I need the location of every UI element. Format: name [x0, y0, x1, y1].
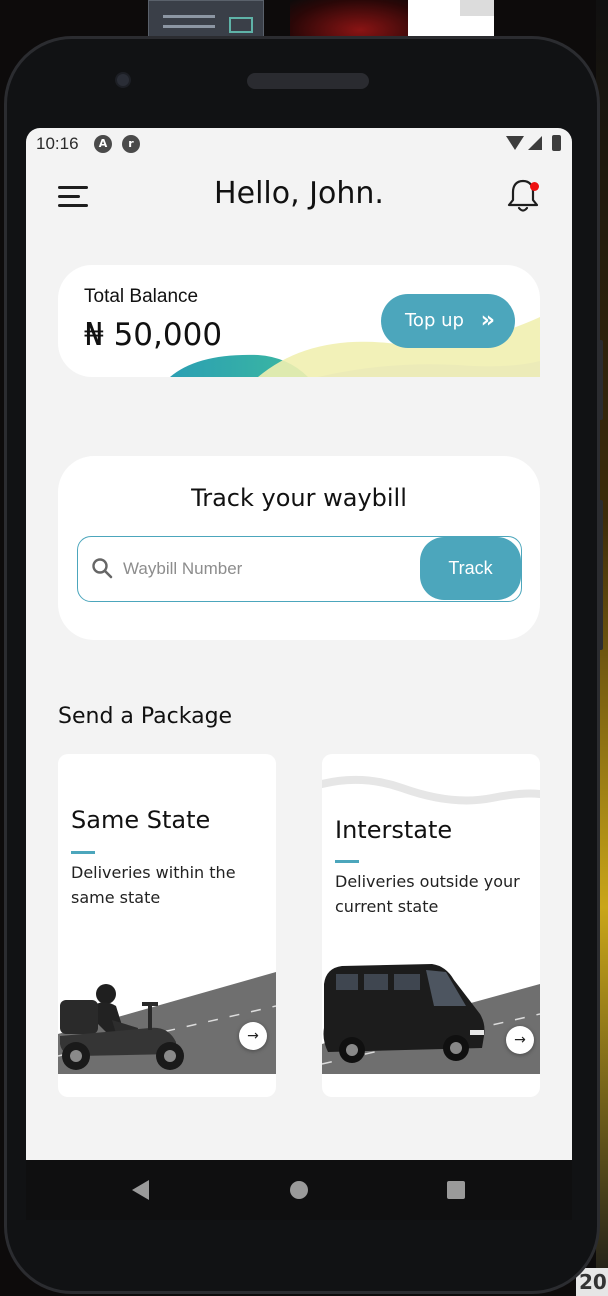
status-time: 10:16: [36, 134, 79, 153]
volume-button: [597, 500, 603, 650]
search-icon: [92, 558, 113, 579]
home-icon[interactable]: [290, 1181, 308, 1199]
waybill-number-input[interactable]: [123, 549, 413, 589]
status-bar: 10:16 A r: [26, 128, 572, 160]
track-title: Track your waybill: [191, 484, 407, 512]
scooter-rider-icon: [58, 972, 276, 1074]
arrow-right-icon[interactable]: →: [506, 1026, 534, 1054]
double-chevron-right-icon: »: [480, 308, 495, 333]
interstate-title: Interstate: [335, 816, 453, 844]
interstate-description: Deliveries outside your current state: [335, 872, 520, 916]
wifi-icon: [506, 136, 524, 150]
desktop-window-thumbnail: [148, 0, 264, 40]
card-wave-decoration: [322, 775, 540, 805]
recents-icon[interactable]: [447, 1181, 465, 1199]
van-icon: [322, 964, 540, 1074]
signal-icon: [528, 136, 542, 150]
same-state-description: Deliveries within the same state: [71, 863, 236, 907]
interstate-card[interactable]: Interstate Deliveries outside your curre…: [322, 754, 540, 1097]
back-icon[interactable]: [132, 1180, 149, 1200]
balance-amount: ₦ 50,000: [84, 317, 223, 353]
battery-icon: [552, 135, 561, 151]
balance-label: Total Balance: [84, 286, 199, 307]
track-waybill-card: Track your waybill Track: [58, 456, 540, 640]
top-up-label: Top up: [405, 310, 464, 331]
waybill-search-field: Track: [77, 536, 522, 602]
title-underline: [335, 860, 359, 863]
app-screen: 10:16 A r Hello, John. Total Balance ₦ 5…: [26, 128, 572, 1160]
same-state-card[interactable]: Same State Deliveries within the same st…: [58, 754, 276, 1097]
top-up-button[interactable]: Top up »: [381, 294, 515, 348]
title-underline: [71, 851, 95, 854]
power-button: [597, 340, 603, 420]
front-camera: [115, 72, 131, 88]
balance-card: Total Balance ₦ 50,000 Top up »: [58, 265, 540, 377]
arrow-right-icon[interactable]: →: [239, 1022, 267, 1050]
same-state-title: Same State: [71, 806, 211, 834]
desktop-document-fold: [460, 0, 494, 16]
send-package-title: Send a Package: [58, 704, 233, 729]
system-nav-bar: [26, 1160, 572, 1220]
android-auto-icon: A: [94, 135, 112, 153]
notification-dot: [530, 182, 539, 191]
greeting-title: Hello, John.: [214, 176, 384, 211]
track-button[interactable]: Track: [420, 537, 521, 600]
earpiece-speaker: [247, 73, 369, 89]
app-notification-icon: r: [122, 135, 140, 153]
